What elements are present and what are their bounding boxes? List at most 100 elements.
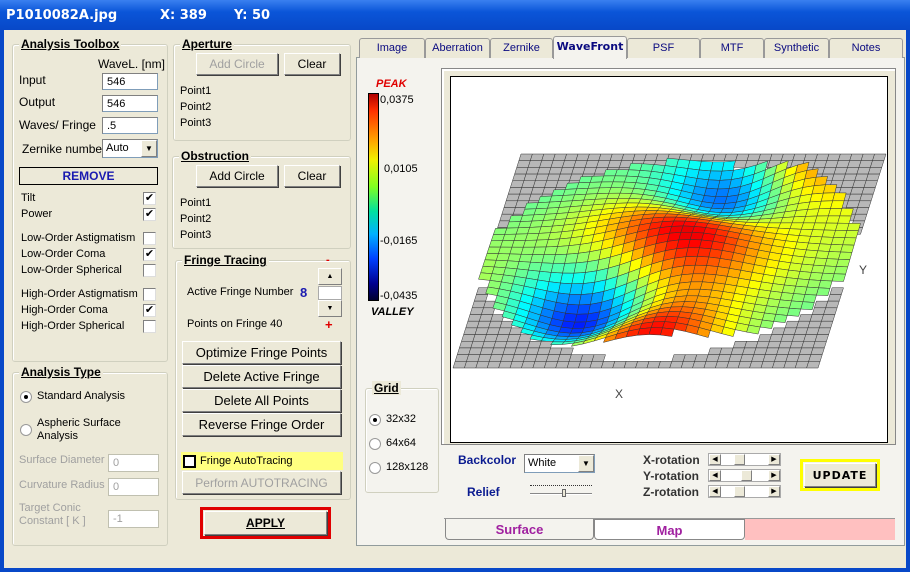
- surface-cell: [863, 180, 878, 188]
- surface-cell: [814, 334, 829, 342]
- surface-cell: [591, 354, 606, 362]
- surface-cell: [490, 314, 505, 322]
- fringe-up-button[interactable]: ▲: [318, 268, 342, 285]
- aperture-clear-button[interactable]: Clear: [284, 53, 340, 75]
- chevron-down-icon[interactable]: ▼: [578, 455, 594, 472]
- point-label: Point1: [180, 197, 212, 209]
- apply-button[interactable]: APPLY: [204, 511, 327, 535]
- surface-cell: [706, 256, 721, 267]
- remove-option-label: Low-Order Astigmatism: [21, 232, 136, 244]
- surface-cell: [781, 284, 797, 294]
- remove-option-label: Low-Order Spherical: [21, 264, 122, 276]
- delete-all-points-button[interactable]: Delete All Points: [182, 389, 341, 412]
- standard-analysis-label: Standard Analysis: [37, 390, 126, 402]
- surface-cell: [708, 248, 723, 259]
- group-title: Aperture: [180, 37, 235, 51]
- update-button[interactable]: UPDATE: [804, 463, 876, 487]
- surface-cell: [870, 160, 885, 168]
- colorbar-tick: -0,0435: [380, 290, 418, 302]
- surface-cell: [704, 265, 719, 276]
- surface-cell: [691, 226, 707, 234]
- surface-diameter-field[interactable]: 0: [108, 454, 159, 472]
- conic-label-1: Target Conic: [19, 502, 81, 514]
- standard-analysis-radio[interactable]: [20, 391, 32, 403]
- surface-cell: [816, 287, 831, 296]
- tab-image[interactable]: Image: [359, 38, 425, 58]
- input-wavelength-field[interactable]: 546: [102, 73, 158, 90]
- z-rotation-scrollbar[interactable]: ◀ ▶: [708, 485, 781, 498]
- surface-cell: [699, 239, 714, 250]
- remove-option-checkbox[interactable]: ✔: [143, 248, 156, 261]
- surface-cell: [660, 327, 675, 337]
- tab-notes[interactable]: Notes: [829, 38, 903, 58]
- surface-cell: [823, 184, 838, 194]
- output-wavelength-field[interactable]: 546: [102, 95, 158, 112]
- tab-zernike[interactable]: Zernike: [490, 38, 553, 58]
- tab-wavefront[interactable]: WaveFront: [553, 36, 627, 59]
- waves-fringe-field[interactable]: .5: [102, 117, 158, 134]
- surface-cell: [687, 160, 702, 171]
- remove-option-checkbox[interactable]: [143, 264, 156, 277]
- curvature-radius-field[interactable]: 0: [108, 478, 159, 496]
- aperture-add-circle-button[interactable]: Add Circle: [196, 53, 278, 75]
- grid-radio-128x128[interactable]: [369, 462, 381, 474]
- tab-mtf[interactable]: MTF: [700, 38, 764, 58]
- surface-cell: [844, 230, 859, 239]
- fringe-spinner-field[interactable]: [318, 286, 342, 300]
- fringe-down-button[interactable]: ▼: [318, 300, 342, 317]
- zernike-select[interactable]: Auto ▼: [102, 139, 158, 158]
- relief-slider[interactable]: [530, 485, 592, 497]
- tab-synthetic[interactable]: Synthetic: [764, 38, 829, 58]
- remove-option-checkbox[interactable]: [143, 288, 156, 301]
- surface-cell: [797, 271, 812, 280]
- grid-radio-64x64[interactable]: [369, 438, 381, 450]
- surface-cell: [791, 293, 806, 303]
- tab-surface[interactable]: Surface: [445, 519, 594, 540]
- grid-radio-32x32[interactable]: [369, 414, 381, 426]
- remove-option-checkbox[interactable]: ✔: [143, 192, 156, 205]
- surface-cell: [830, 200, 845, 209]
- remove-option-checkbox[interactable]: [143, 320, 156, 333]
- surface-cell: [839, 208, 854, 217]
- tab-aberration[interactable]: Aberration: [425, 38, 490, 58]
- surface-cell: [813, 176, 828, 186]
- surface-cell: [789, 300, 804, 310]
- x-rotation-scrollbar[interactable]: ◀ ▶: [708, 453, 781, 466]
- backcolor-value: White: [528, 457, 557, 469]
- z-rotation-label: Z-rotation: [643, 485, 699, 499]
- conic-constant-field[interactable]: -1: [108, 510, 159, 528]
- surface-cell: [810, 347, 825, 355]
- zernike-value: Auto: [106, 142, 129, 154]
- surface-cell: [801, 256, 816, 266]
- zernike-label: Zernike number: [22, 142, 107, 156]
- obstruction-add-circle-button[interactable]: Add Circle: [196, 165, 278, 187]
- optimize-fringe-points-button[interactable]: Optimize Fringe Points: [182, 341, 341, 364]
- y-rotation-scrollbar[interactable]: ◀ ▶: [708, 469, 781, 482]
- perform-autotracing-button[interactable]: Perform AUTOTRACING: [182, 471, 341, 494]
- backcolor-select[interactable]: White ▼: [524, 454, 595, 473]
- obstruction-clear-button[interactable]: Clear: [284, 165, 340, 187]
- surface-cell: [563, 312, 578, 323]
- tab-map[interactable]: Map: [594, 519, 745, 540]
- point-label: Point3: [180, 117, 212, 129]
- points-on-fringe-label: Points on Fringe 40: [187, 318, 283, 330]
- tab-psf[interactable]: PSF: [627, 38, 700, 58]
- chevron-down-icon[interactable]: ▼: [141, 140, 157, 157]
- delete-active-fringe-button[interactable]: Delete Active Fringe: [182, 365, 341, 388]
- wavefront-surface-plot[interactable]: [450, 76, 888, 443]
- surface-cell: [872, 153, 887, 161]
- remove-option-label: High-Order Coma: [21, 304, 108, 316]
- surface-cell: [478, 272, 493, 281]
- fringe-autotracing-checkbox[interactable]: [183, 455, 196, 468]
- surface-cell: [803, 249, 819, 259]
- colorbar: [368, 93, 379, 301]
- remove-option-checkbox[interactable]: [143, 232, 156, 245]
- aspheric-analysis-radio[interactable]: [20, 424, 32, 436]
- surface-cell: [559, 347, 574, 355]
- remove-option-checkbox[interactable]: ✔: [143, 304, 156, 317]
- remove-option-checkbox[interactable]: ✔: [143, 208, 156, 221]
- relief-slider-thumb[interactable]: [561, 489, 566, 497]
- surface-cell: [840, 244, 855, 253]
- surface-cell: [697, 288, 712, 298]
- reverse-fringe-order-button[interactable]: Reverse Fringe Order: [182, 413, 341, 436]
